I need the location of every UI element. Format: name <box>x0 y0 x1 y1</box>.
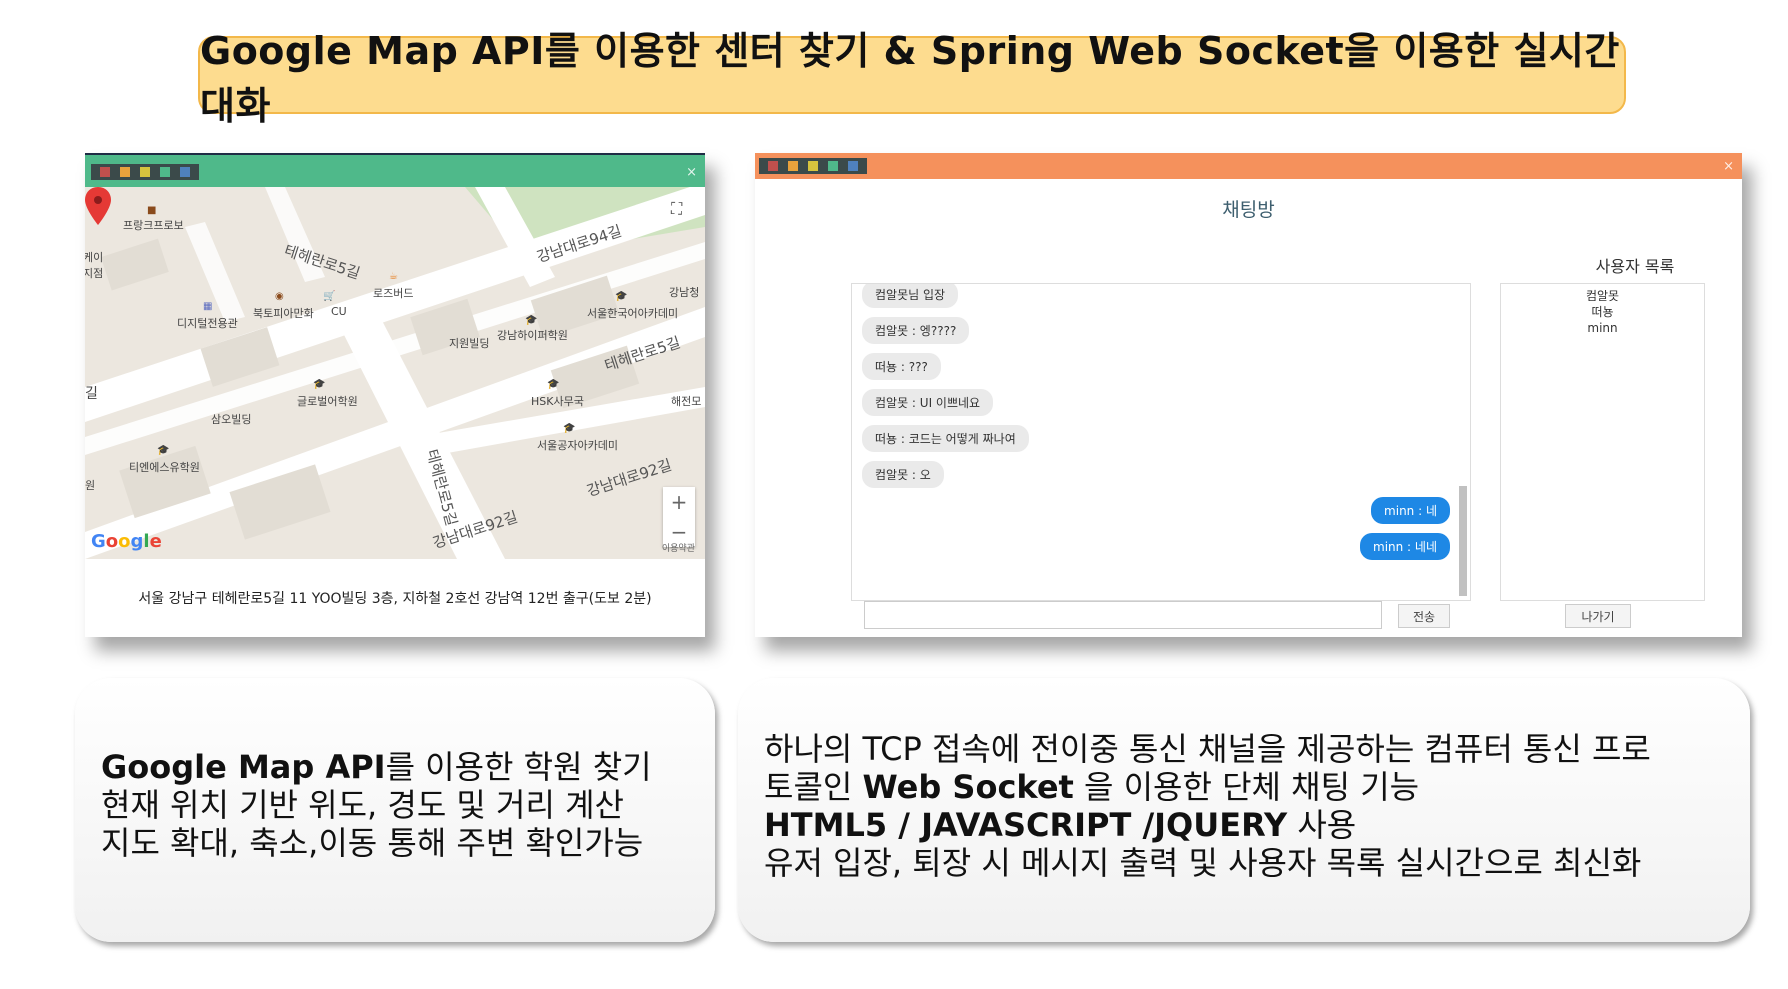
poi-marker-icon: ◉ <box>275 291 284 302</box>
map-terms-link[interactable]: 이용약관 <box>662 541 695 554</box>
map-window: × 프랑크프로보 케이 지점 로즈버드 디지털전용관 북토피아만화 CU 서울한… <box>85 153 705 637</box>
location-pin-icon[interactable] <box>85 187 111 225</box>
poi-label[interactable]: 글로벌어학원 <box>297 393 358 409</box>
map-window-titlebar: × <box>85 153 705 189</box>
caption-text: 유저 입장, 퇴장 시 메시지 출력 및 사용자 목록 실시간으로 최신화 <box>764 844 1642 882</box>
chat-message: 컴알못 : 엥???? <box>862 317 970 344</box>
poi-label[interactable]: 길 <box>85 383 98 403</box>
map-feature-caption: Google Map API를 이용한 학원 찾기 현재 위치 기반 위도, 경… <box>75 678 715 942</box>
chat-message: 떠뇽 : 코드는 어떻게 짜나여 <box>862 425 1029 452</box>
chat-message: 컴알못 : UI 이쁘네요 <box>862 389 994 416</box>
window-dot-yellow[interactable] <box>808 161 818 171</box>
chat-feature-caption: 하나의 TCP 접속에 전이중 통신 채널을 제공하는 컴퓨터 통신 프로 토콜… <box>738 678 1750 942</box>
window-dot-red[interactable] <box>100 167 110 177</box>
google-map[interactable]: 프랑크프로보 케이 지점 로즈버드 디지털전용관 북토피아만화 CU 서울한국어… <box>85 187 705 559</box>
window-dot-green[interactable] <box>160 167 170 177</box>
window-dot-green[interactable] <box>828 161 838 171</box>
user-list-item: minn <box>1587 321 1618 335</box>
poi-label[interactable]: 티엔에스유학원 <box>129 459 200 475</box>
window-controls <box>91 164 199 180</box>
poi-label[interactable]: 디지털전용관 <box>177 315 238 331</box>
caption-text: 하나의 TCP 접속에 전이중 통신 채널을 제공하는 컴퓨터 통신 프로 <box>764 730 1651 768</box>
poi-label[interactable]: 서울공자아카데미 <box>537 437 618 453</box>
window-controls <box>759 158 867 174</box>
caption-text: Web Socket <box>862 768 1074 806</box>
chat-message-own: minn : 네 <box>1371 497 1450 524</box>
send-button[interactable]: 전송 <box>1398 604 1450 628</box>
chat-window: × 채팅방 사용자 목록 컴알못님 입장 컴알못 : 엥???? 떠뇽 : ??… <box>755 153 1742 637</box>
poi-label[interactable]: 지원빌딩 <box>449 335 489 351</box>
caption-text: 를 이용한 학원 찾기 <box>385 748 652 786</box>
poi-label[interactable]: 강남하이퍼학원 <box>497 327 568 343</box>
page-title: Google Map API를 이용한 센터 찾기 & Spring Web S… <box>198 29 1626 128</box>
poi-label[interactable]: 서울한국어아카데미 <box>587 305 678 321</box>
chat-message: 떠뇽 : ??? <box>862 353 941 380</box>
cart-icon: 🛒 <box>323 291 336 302</box>
window-dot-blue[interactable] <box>180 167 190 177</box>
poi-label[interactable]: 삼오빌딩 <box>211 411 251 427</box>
poi-label[interactable]: HSK사무국 <box>531 393 584 409</box>
user-list-item: 떠뇽 <box>1591 305 1614 319</box>
school-icon: 🎓 <box>563 423 576 434</box>
school-icon: 🎓 <box>615 291 628 302</box>
caption-text: 사용 <box>1287 806 1357 844</box>
poi-label[interactable]: 북토피아만화 <box>253 305 314 321</box>
school-icon: 🎓 <box>313 379 326 390</box>
poi-label[interactable]: 강남청 <box>669 284 699 300</box>
poi-marker-icon: ■ <box>147 205 157 216</box>
chat-message: 컴알못 : 오 <box>862 461 944 488</box>
chat-log[interactable]: 컴알못님 입장 컴알못 : 엥???? 떠뇽 : ??? 컴알못 : UI 이쁘… <box>851 283 1471 601</box>
close-icon[interactable]: × <box>686 165 697 180</box>
window-dot-orange[interactable] <box>120 167 130 177</box>
poi-label[interactable]: 로즈버드 <box>373 285 413 301</box>
school-icon: 🎓 <box>525 315 538 326</box>
close-icon[interactable]: × <box>1723 159 1734 174</box>
chat-message-own: minn : 네네 <box>1360 533 1450 560</box>
caption-text: 을 이용한 단체 채팅 기능 <box>1073 768 1420 806</box>
chat-message: 컴알못님 입장 <box>862 284 959 308</box>
zoom-in-button[interactable]: + <box>671 487 688 517</box>
chat-scrollbar[interactable] <box>1458 286 1468 598</box>
user-list-title: 사용자 목록 <box>1595 257 1675 276</box>
poi-label[interactable]: 프랑크프로보 <box>123 217 184 233</box>
poi-label[interactable]: 원 <box>85 477 95 493</box>
chat-message-input[interactable] <box>864 601 1382 629</box>
caption-text: HTML5 / JAVASCRIPT /JQUERY <box>764 806 1288 844</box>
center-address: 서울 강남구 테헤란로5길 11 YOO빌딩 3층, 지하철 2호선 강남역 1… <box>138 591 652 607</box>
window-dot-red[interactable] <box>768 161 778 171</box>
poi-label[interactable]: CU <box>331 305 347 318</box>
fullscreen-icon[interactable]: ⛶ <box>671 199 687 218</box>
leave-button[interactable]: 나가기 <box>1565 604 1631 628</box>
user-list: 컴알못 떠뇽 minn <box>1500 283 1705 601</box>
window-dot-yellow[interactable] <box>140 167 150 177</box>
chat-room-title: 채팅방 <box>1222 199 1275 221</box>
poi-label[interactable]: 케이 지점 <box>85 249 103 281</box>
cafe-icon: ☕ <box>389 271 398 282</box>
chat-window-titlebar: × <box>755 153 1742 179</box>
building-icon: ▦ <box>203 301 213 312</box>
caption-text: 지도 확대, 축소,이동 통해 주변 확인가능 <box>101 824 644 862</box>
window-dot-orange[interactable] <box>788 161 798 171</box>
caption-text: 토콜인 <box>764 768 863 806</box>
poi-label[interactable]: 해전모 <box>671 393 701 409</box>
school-icon: 🎓 <box>157 445 170 456</box>
zoom-control: + − <box>663 487 695 547</box>
caption-text: Google Map API <box>101 748 386 786</box>
caption-text: 현재 위치 기반 위도, 경도 및 거리 계산 <box>101 786 624 824</box>
google-logo: Google <box>91 531 162 552</box>
user-list-item: 컴알못 <box>1585 289 1620 303</box>
scroll-thumb[interactable] <box>1459 486 1467 596</box>
window-dot-blue[interactable] <box>848 161 858 171</box>
school-icon: 🎓 <box>547 379 560 390</box>
